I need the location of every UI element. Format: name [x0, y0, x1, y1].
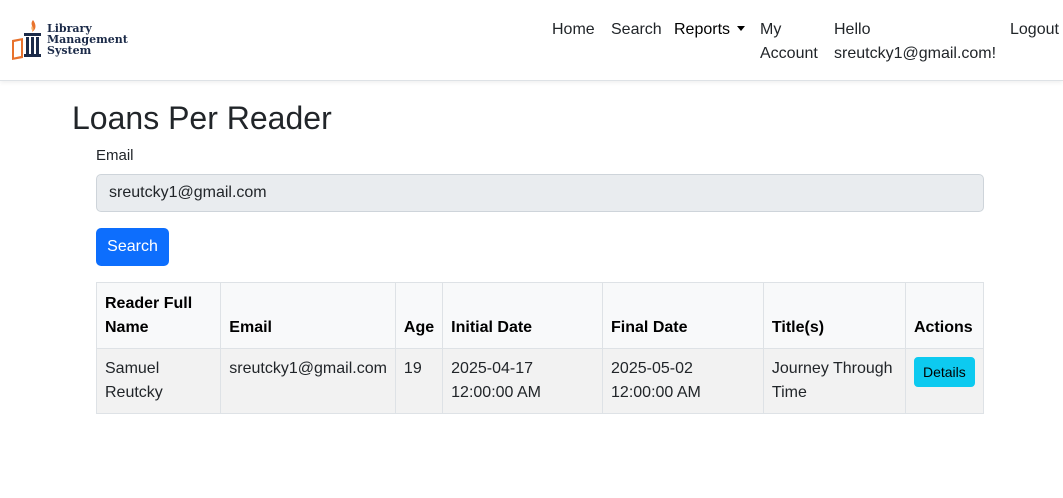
column-header-age: Age [394, 282, 444, 349]
table-header-row: Reader Full Name Email Age Initial Date … [95, 282, 985, 349]
cell-final-date: 2025-05-02 12:00:00 AM [602, 348, 764, 414]
library-logo-icon [12, 20, 41, 60]
cell-initial-date: 2025-04-17 12:00:00 AM [442, 348, 604, 414]
search-button[interactable]: Search [96, 228, 169, 266]
page-title: Loans Per Reader [72, 100, 332, 136]
caret-down-icon [737, 26, 746, 31]
nav-my-account[interactable]: My Account [760, 18, 824, 66]
details-button[interactable]: Details [913, 357, 975, 387]
cell-email: sreutcky1@gmail.com [220, 348, 396, 414]
table-row: Samuel Reutcky sreutcky1@gmail.com 19 20… [95, 348, 985, 414]
loans-table: Reader Full Name Email Age Initial Date … [95, 282, 985, 414]
nav-logout[interactable]: Logout [1010, 18, 1059, 42]
brand-name: Library Management System [47, 23, 128, 57]
brand-line: System [47, 44, 92, 57]
cell-titles: Journey Through Time [762, 348, 906, 414]
column-header-titles: Title(s) [762, 282, 906, 349]
cell-age: 19 [394, 348, 444, 414]
top-navbar: Library Management System Home Search Re… [0, 0, 1063, 81]
column-header-initial-date: Initial Date [442, 282, 604, 349]
column-header-email: Email [220, 282, 396, 349]
nav-reports-label: Reports [674, 21, 731, 38]
column-header-final-date: Final Date [602, 282, 764, 349]
nav-home[interactable]: Home [552, 18, 595, 42]
cell-reader-name: Samuel Reutcky [95, 348, 222, 414]
cell-actions: Details [904, 348, 985, 414]
column-header-reader-name: Reader Full Name [95, 282, 222, 349]
nav-reports-dropdown[interactable]: Reports [674, 18, 746, 42]
nav-search[interactable]: Search [611, 18, 662, 42]
email-field[interactable] [96, 174, 984, 212]
brand-logo[interactable]: Library Management System [11, 17, 128, 63]
user-greeting: Hello sreutcky1@gmail.com! [834, 21, 997, 62]
email-label: Email [96, 147, 134, 164]
column-header-actions: Actions [904, 282, 985, 349]
